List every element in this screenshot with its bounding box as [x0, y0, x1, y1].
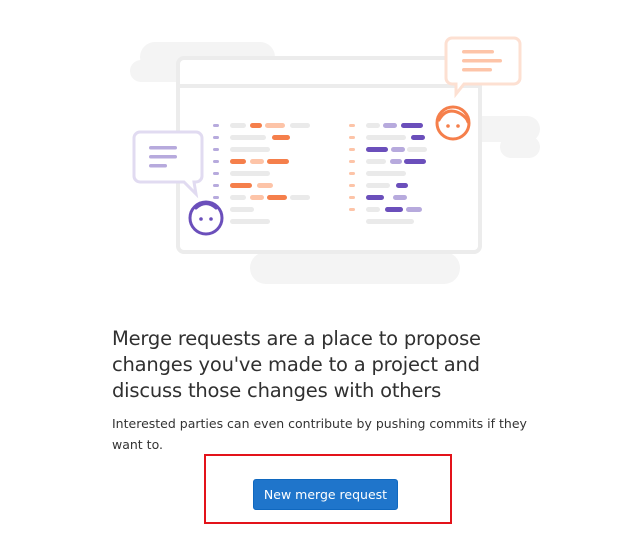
empty-state-description: Interested parties can even contribute b… [112, 416, 527, 452]
avatar-face-icon [188, 200, 224, 236]
chat-bubble-icon [132, 130, 204, 199]
empty-state-illustration [100, 28, 540, 290]
chat-bubble-icon [444, 36, 522, 99]
empty-state-title: Merge requests are a place to propose ch… [112, 327, 481, 402]
avatar-face-icon [435, 105, 471, 141]
new-merge-request-button[interactable]: New merge request [253, 479, 398, 510]
monitor-illustration [176, 56, 482, 254]
